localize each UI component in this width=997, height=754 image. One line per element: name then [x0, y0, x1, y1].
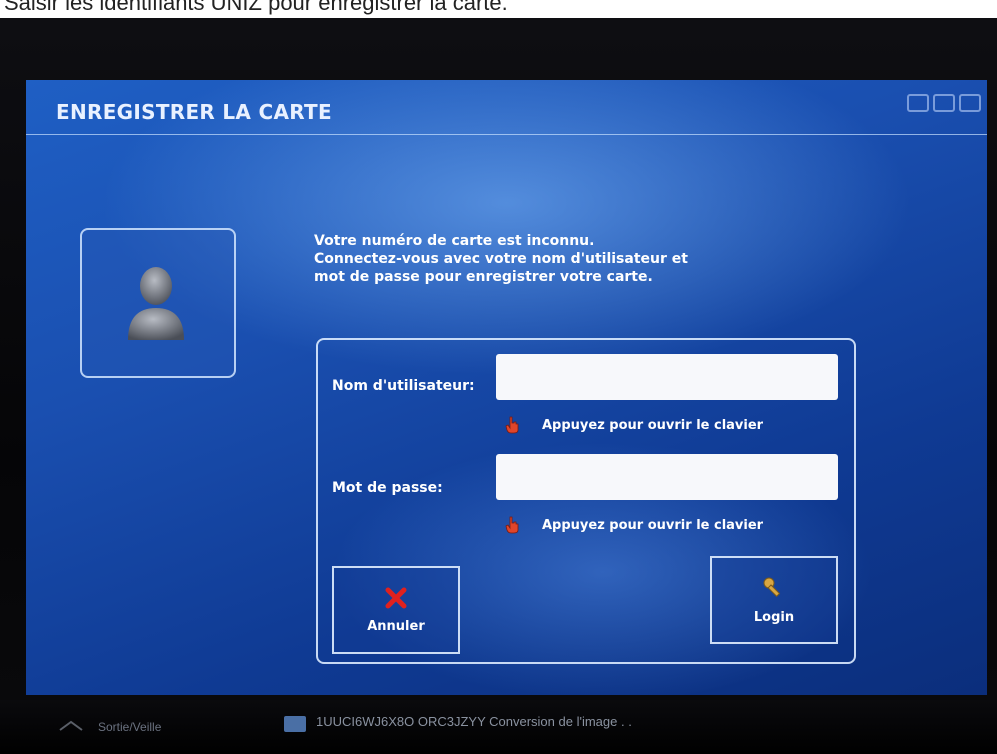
page-title: ENREGISTRER LA CARTE — [56, 100, 332, 124]
cancel-button-label: Annuler — [367, 618, 425, 634]
taskbar-status: 1UUCI6WJ6X8O ORC3JZYY Conversion de l'im… — [316, 714, 632, 729]
window-controls — [907, 94, 981, 112]
login-panel: Nom d'utilisateur: Appuyez pour ouvrir l… — [316, 338, 856, 664]
pointing-hand-icon — [505, 416, 519, 434]
message-line: Votre numéro de carte est inconnu. — [314, 233, 595, 249]
hint-label: Appuyez pour ouvrir le clavier — [542, 417, 764, 433]
login-button[interactable]: Login — [710, 556, 838, 644]
login-button-label: Login — [753, 609, 795, 625]
avatar — [80, 228, 236, 378]
username-field[interactable] — [496, 354, 838, 400]
password-keyboard-hint[interactable]: Appuyez pour ouvrir le clavier — [504, 516, 763, 534]
screen: ENREGISTRER LA CARTE Votre numéro de car… — [26, 80, 987, 695]
username-keyboard-hint[interactable]: Appuyez pour ouvrir le clavier — [504, 416, 763, 434]
red-x-icon — [385, 587, 407, 608]
taskbar-item[interactable]: Sortie/Veille — [98, 720, 161, 734]
window-icon — [959, 94, 981, 112]
password-label: Mot de passe: — [332, 480, 443, 496]
taskbar: Sortie/Veille 1UUCI6WJ6X8O ORC3JZYY Conv… — [0, 700, 997, 754]
info-message: Votre numéro de carte est inconnu. Conne… — [314, 232, 734, 286]
password-field[interactable] — [496, 454, 838, 500]
username-label: Nom d'utilisateur: — [332, 378, 475, 394]
header: ENREGISTRER LA CARTE — [26, 80, 987, 135]
message-line: Connectez-vous avec votre nom d'utilisat… — [314, 251, 688, 267]
document-icon — [284, 716, 306, 732]
cancel-button[interactable]: Annuler — [332, 566, 460, 654]
hint-label: Appuyez pour ouvrir le clavier — [542, 517, 764, 533]
home-icon[interactable] — [58, 720, 84, 738]
key-icon — [763, 577, 781, 597]
pointing-hand-icon — [505, 516, 519, 534]
window-icon — [907, 94, 929, 112]
message-line: mot de passe pour enregistrer votre cart… — [314, 269, 653, 285]
user-silhouette-icon — [128, 267, 184, 340]
window-icon — [933, 94, 955, 112]
